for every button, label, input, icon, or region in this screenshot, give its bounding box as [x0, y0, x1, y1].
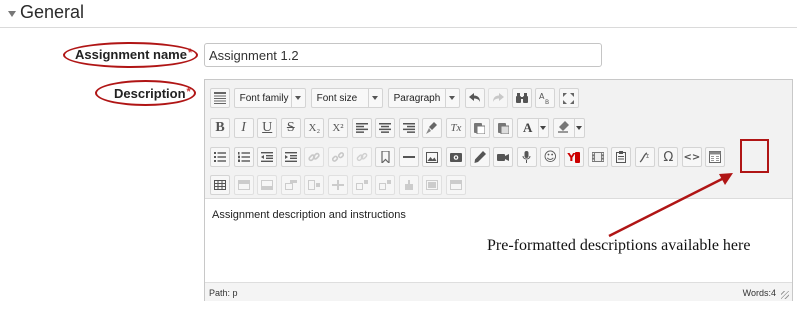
html-code-button[interactable]: <> [681, 147, 702, 167]
annotation-highlight-box [740, 139, 769, 173]
table-props-icon[interactable] [422, 175, 443, 195]
anchor-icon[interactable] [375, 147, 396, 167]
chevron-down-icon [444, 89, 459, 107]
outdent-icon[interactable] [257, 147, 278, 167]
chevron-down-icon[interactable] [537, 119, 548, 137]
font-family-label: Font family [239, 92, 289, 104]
paragraph-label: Paragraph [393, 92, 441, 104]
superscript-button[interactable]: X² [327, 118, 348, 138]
link-icon[interactable] [304, 147, 325, 167]
merge-cell-icon[interactable] [398, 175, 419, 195]
video-camera-icon[interactable] [493, 147, 514, 167]
svg-text:B: B [545, 99, 549, 104]
unlink-icon[interactable] [327, 147, 348, 167]
font-family-select[interactable]: Font family [233, 88, 306, 108]
row-before-icon[interactable] [233, 175, 254, 195]
font-color-button[interactable]: A [516, 118, 549, 138]
numbered-list-icon[interactable] [233, 147, 254, 167]
chevron-down-icon[interactable] [573, 119, 584, 137]
film-strip-icon[interactable] [587, 147, 608, 167]
clear-formatting-button[interactable]: Tx [445, 118, 466, 138]
delete-row-icon[interactable] [280, 175, 301, 195]
find-replace-icon[interactable]: AB [535, 88, 556, 108]
special-character-button[interactable]: Ω [658, 147, 679, 167]
svg-text:Σ: Σ [646, 154, 649, 160]
microphone-icon[interactable] [516, 147, 537, 167]
chevron-down-icon [290, 89, 305, 107]
underline-button[interactable]: U [257, 118, 278, 138]
chevron-down-icon [367, 89, 382, 107]
align-left-icon[interactable] [351, 118, 372, 138]
bold-button[interactable]: B [210, 118, 230, 138]
font-color-label: A [523, 120, 533, 135]
paragraph-select[interactable]: Paragraph [387, 88, 460, 108]
toolbar-toggle-icon[interactable] [210, 88, 230, 108]
table-icon[interactable] [210, 175, 230, 195]
youtube-icon[interactable]: Y [563, 147, 584, 167]
insert-link-icon[interactable] [351, 147, 372, 167]
clipboard-icon[interactable] [611, 147, 632, 167]
strikethrough-button[interactable]: S [280, 118, 301, 138]
fullscreen-icon[interactable] [558, 88, 579, 108]
section-divider [0, 27, 797, 28]
section-title: General [20, 2, 85, 22]
bullet-list-icon[interactable] [210, 147, 230, 167]
redo-icon[interactable] [488, 88, 509, 108]
background-color-button[interactable] [552, 118, 585, 138]
status-word-count: Words:4 [742, 288, 776, 298]
media-icon[interactable] [445, 147, 466, 167]
horizontal-rule-icon[interactable] [398, 147, 419, 167]
emoticon-icon[interactable]: ☺ [540, 147, 561, 167]
paste-word-icon[interactable] [493, 118, 514, 138]
split-cell-icon[interactable] [375, 175, 396, 195]
editor-toolbar: Font family Font size Paragraph AB B I U… [205, 80, 792, 198]
font-size-label: Font size [316, 92, 358, 104]
cell-props-icon[interactable] [445, 175, 466, 195]
align-right-icon[interactable] [398, 118, 419, 138]
resize-handle-icon[interactable] [781, 291, 789, 299]
row-after-icon[interactable] [257, 175, 278, 195]
font-size-select[interactable]: Font size [310, 88, 383, 108]
template-icon[interactable] [705, 147, 726, 167]
annotation-oval-name [63, 42, 198, 68]
youtube-letter: Y [567, 150, 576, 164]
assignment-name-input[interactable] [204, 43, 602, 67]
col-after-icon[interactable] [327, 175, 348, 195]
align-center-icon[interactable] [375, 118, 396, 138]
highlight-icon [554, 120, 574, 136]
subscript-button[interactable]: X₂ [304, 118, 325, 138]
annotation-note: Pre-formatted descriptions available her… [487, 237, 751, 254]
status-path[interactable]: Path: p [209, 288, 238, 298]
caret-down-icon[interactable] [8, 10, 16, 17]
image-icon[interactable] [422, 147, 443, 167]
find-icon[interactable] [511, 88, 532, 108]
equation-icon[interactable]: Σ [634, 147, 655, 167]
toolbar-row-3: ☺ Y Σ Ω <> [210, 145, 729, 169]
italic-button[interactable]: I [233, 118, 254, 138]
col-before-icon[interactable] [304, 175, 325, 195]
toolbar-row-4 [210, 173, 470, 197]
toolbar-row-2: B I U S X₂ X² Tx A [210, 116, 589, 140]
editor-statusbar: Path: p Words:4 [205, 282, 792, 301]
pencil-icon[interactable] [469, 147, 490, 167]
clean-format-icon[interactable] [422, 118, 443, 138]
description-editor[interactable]: Font family Font size Paragraph AB B I U… [204, 79, 793, 301]
paste-text-icon[interactable] [469, 118, 490, 138]
delete-col-icon[interactable] [351, 175, 372, 195]
annotation-oval-description [95, 80, 196, 106]
toolbar-row-1: Font family Font size Paragraph AB [210, 86, 583, 110]
indent-icon[interactable] [280, 147, 301, 167]
editor-content-text[interactable]: Assignment description and instructions [212, 209, 406, 221]
section-header-general[interactable]: General [8, 2, 84, 23]
undo-icon[interactable] [464, 88, 485, 108]
